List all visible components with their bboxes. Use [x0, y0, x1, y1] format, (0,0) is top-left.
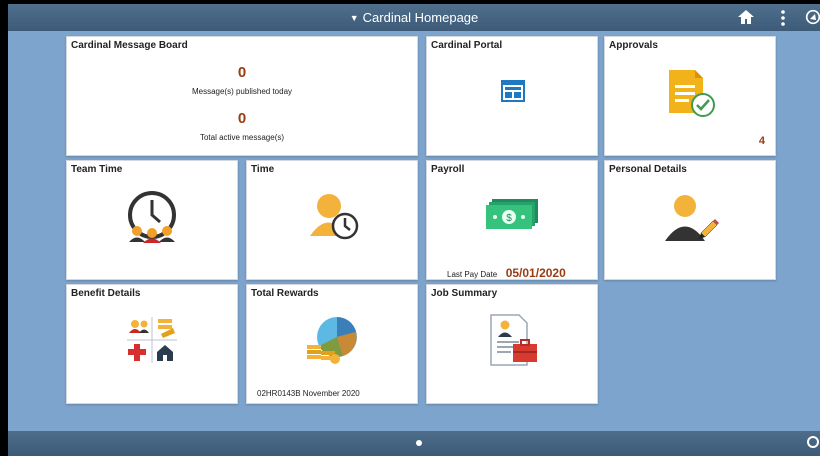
tile-approvals[interactable]: Approvals 4	[604, 36, 776, 156]
tile-title: Cardinal Portal	[431, 40, 503, 51]
svg-text:$: $	[506, 213, 512, 224]
tile-title: Time	[251, 164, 275, 175]
tile-personal-details[interactable]: Personal Details	[604, 160, 776, 280]
screen-frame: ▼ Cardinal Homepage Cardinal Message Boar…	[0, 0, 820, 456]
approvals-icon	[665, 67, 717, 119]
tile-title: Benefit Details	[71, 288, 141, 299]
benefits-icon	[125, 315, 179, 365]
more-vertical-icon[interactable]	[780, 10, 786, 26]
tile-time[interactable]: Time	[246, 160, 418, 280]
corner-circle-icon[interactable]	[807, 436, 819, 448]
messages-active-count: 0	[237, 110, 247, 127]
last-pay-date: 05/01/2020	[505, 266, 566, 280]
tile-cardinal-portal[interactable]: Cardinal Portal	[426, 36, 598, 156]
tile-team-time[interactable]: Team Time	[66, 160, 238, 280]
portal-icon	[500, 79, 526, 103]
tile-job-summary[interactable]: Job Summary	[426, 284, 598, 404]
approvals-count: 4	[758, 135, 765, 147]
time-icon	[305, 191, 361, 243]
page-title-text: Cardinal Homepage	[362, 10, 479, 25]
tile-title: Team Time	[71, 164, 123, 175]
tile-title: Personal Details	[609, 164, 687, 175]
tile-benefit-details[interactable]: Benefit Details	[66, 284, 238, 404]
total-rewards-icon	[305, 313, 361, 365]
home-icon[interactable]	[737, 9, 755, 25]
personal-details-icon	[659, 191, 719, 243]
rewards-statement: 02HR0143B November 2020	[257, 389, 360, 398]
tile-title: Total Rewards	[251, 288, 319, 299]
page-dot-icon[interactable]	[416, 440, 422, 446]
last-pay-label: Last Pay Date	[447, 270, 498, 279]
messages-published-label: Message(s) published today	[191, 87, 293, 96]
messages-published-count: 0	[237, 64, 247, 81]
team-time-icon	[123, 189, 181, 243]
bottom-bar	[8, 431, 820, 456]
last-pay-block: Last Pay Date 05/01/2020	[447, 264, 566, 282]
tile-payroll[interactable]: Payroll $ Last Pay Date 05/01/2020	[426, 160, 598, 280]
header-bar: ▼ Cardinal Homepage	[8, 4, 820, 31]
tile-title: Approvals	[609, 40, 658, 51]
job-summary-icon	[489, 313, 539, 367]
tile-title: Job Summary	[431, 288, 498, 299]
app-window: ▼ Cardinal Homepage Cardinal Message Boar…	[8, 4, 820, 456]
tile-title: Payroll	[431, 164, 465, 175]
tile-total-rewards[interactable]: Total Rewards 02HR0143B November 2020	[246, 284, 418, 404]
tile-cardinal-message-board[interactable]: Cardinal Message Board 0 Message(s) publ…	[66, 36, 418, 156]
page-title[interactable]: ▼ Cardinal Homepage	[8, 10, 820, 25]
tile-title: Cardinal Message Board	[71, 40, 188, 51]
navbar-icon[interactable]	[805, 9, 820, 25]
money-icon: $	[486, 199, 538, 229]
messages-active-label: Total active message(s)	[199, 133, 285, 142]
caret-down-icon[interactable]: ▼	[350, 13, 359, 23]
